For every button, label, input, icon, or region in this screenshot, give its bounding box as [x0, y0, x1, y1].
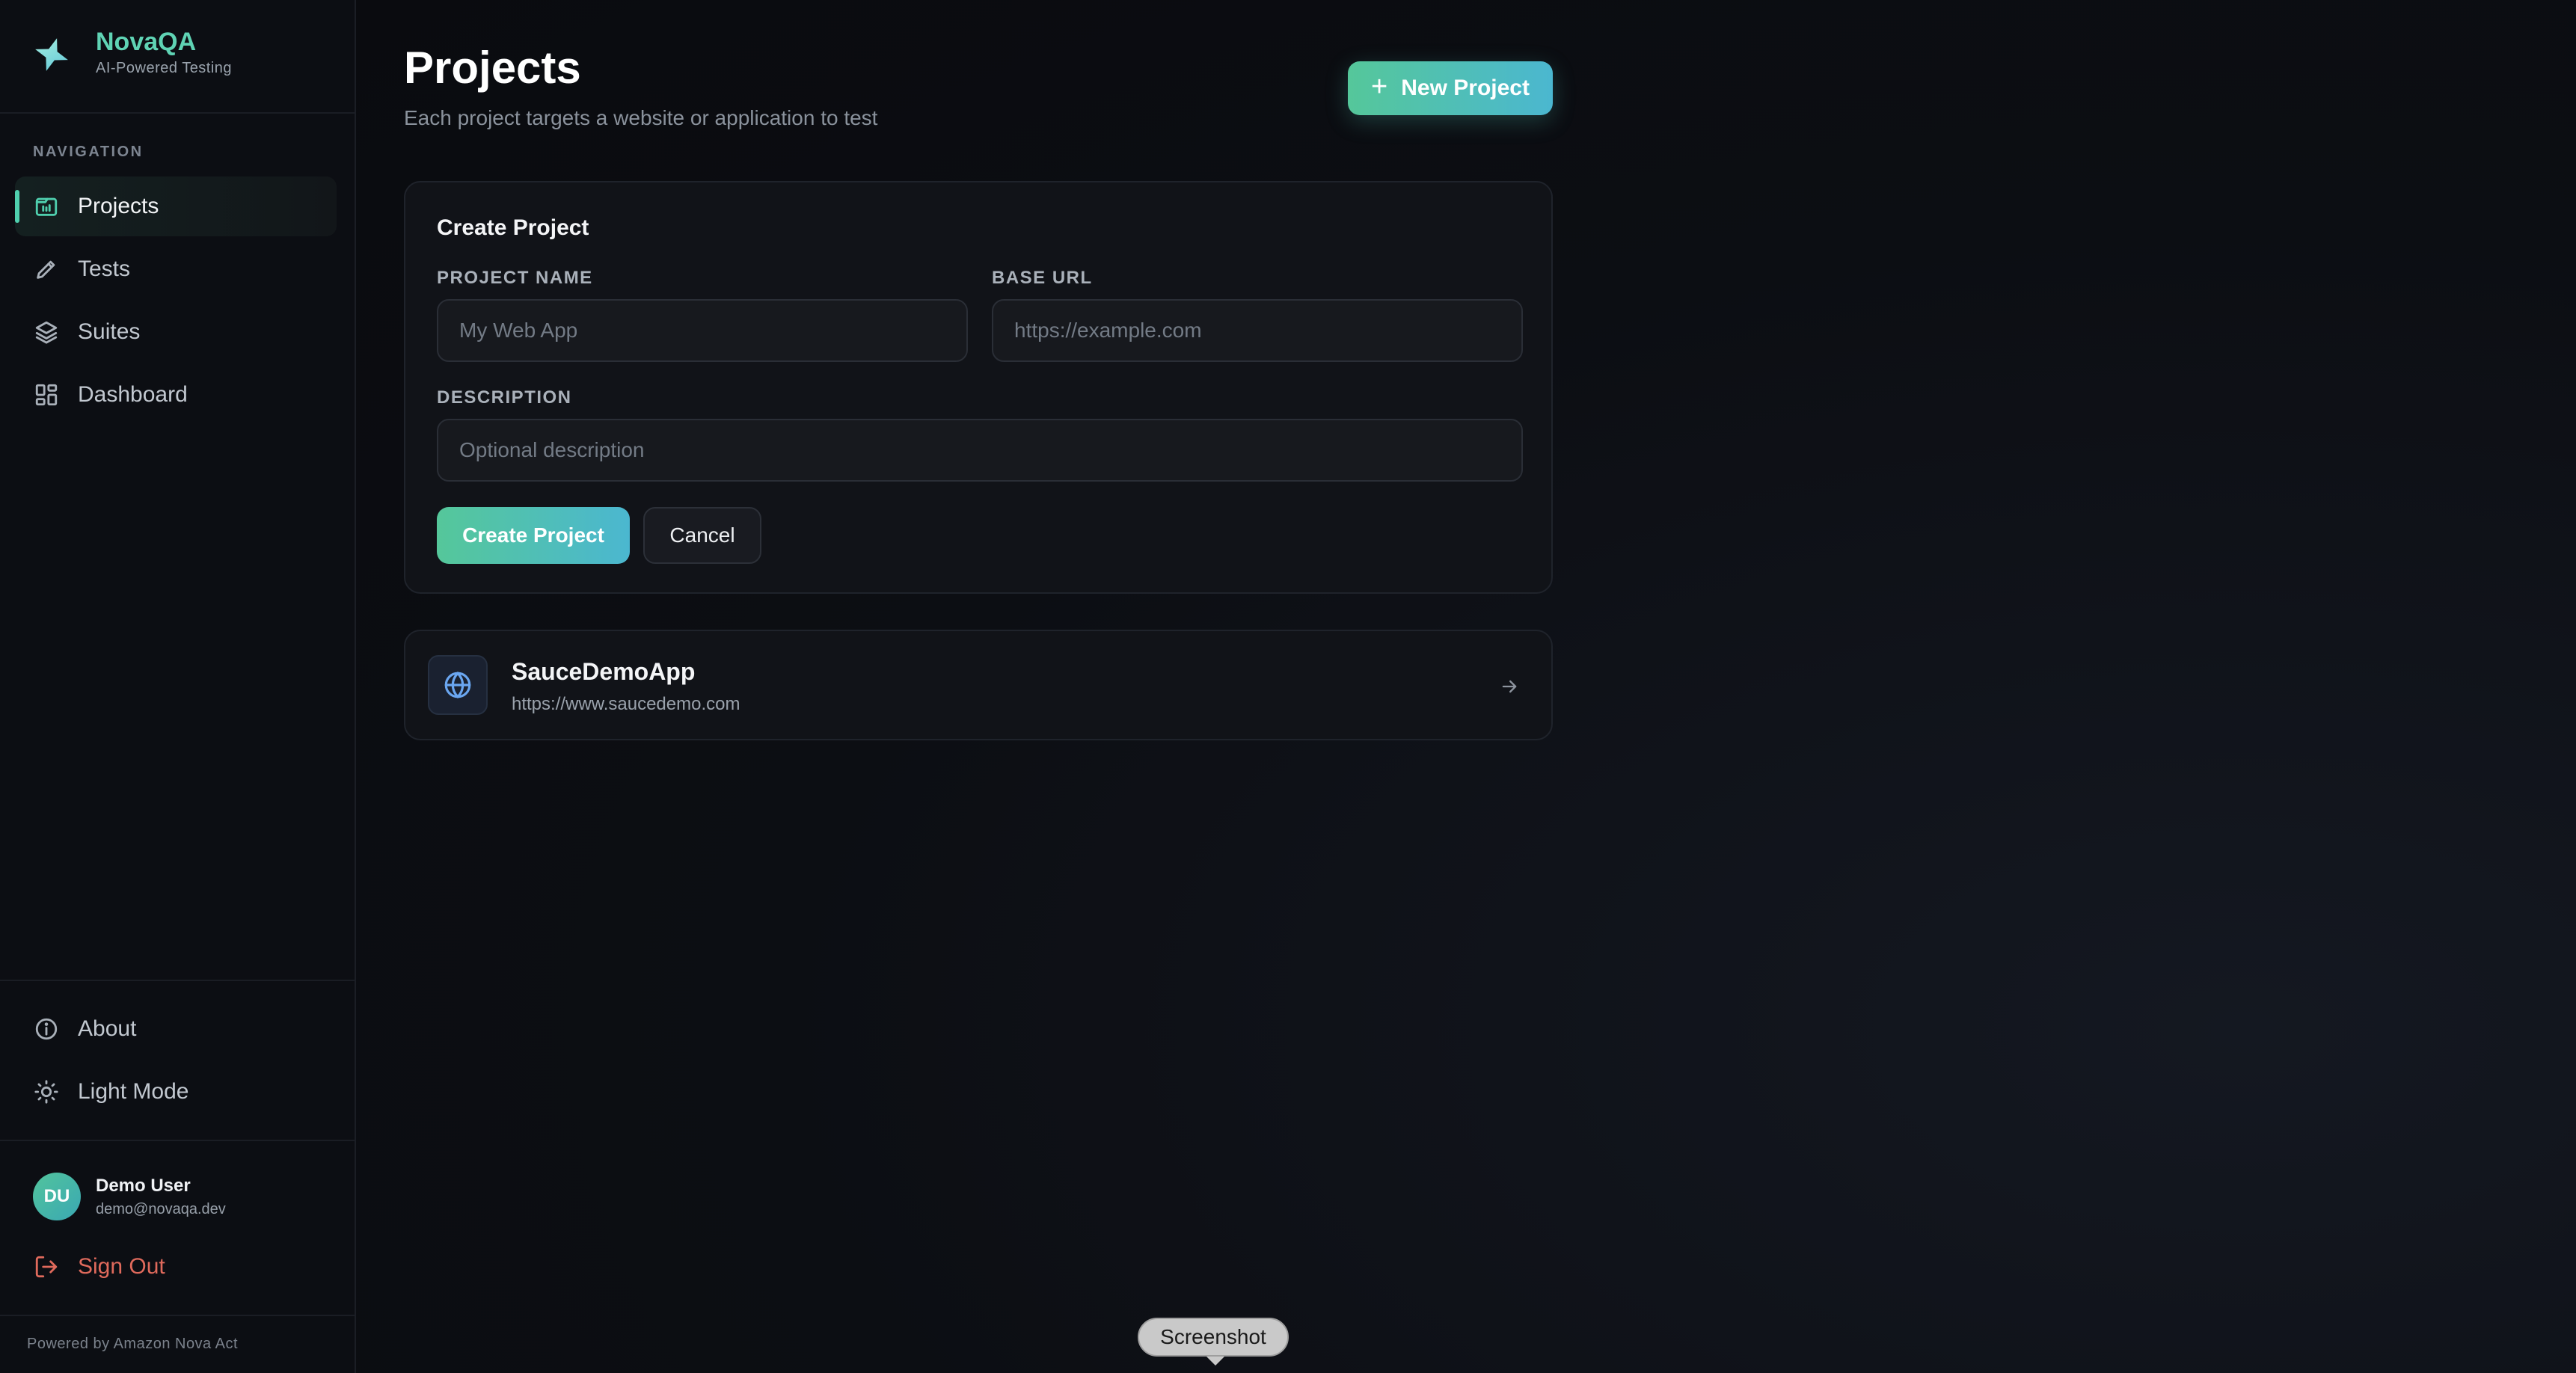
sidebar-divider — [0, 1315, 355, 1316]
avatar: DU — [33, 1173, 81, 1220]
sidebar-item-label: Suites — [78, 319, 141, 344]
theme-toggle[interactable]: Light Mode — [15, 1062, 337, 1122]
info-icon — [33, 1016, 60, 1042]
create-project-button[interactable]: Create Project — [437, 507, 630, 564]
sidebar-item-label: About — [78, 1016, 137, 1041]
logout-icon — [33, 1253, 60, 1280]
sidebar-item-label: Projects — [78, 194, 159, 218]
description-input[interactable] — [437, 419, 1523, 482]
grid-icon — [33, 381, 60, 408]
brand[interactable]: NovaQA AI-Powered Testing — [31, 27, 232, 77]
user-email: demo@novaqa.dev — [96, 1200, 226, 1217]
main-content: Projects Each project targets a website … — [356, 0, 2576, 1373]
sidebar-item-about[interactable]: About — [15, 999, 337, 1059]
folder-icon — [33, 193, 60, 220]
project-url: https://www.saucedemo.com — [512, 694, 740, 714]
sidebar-divider — [0, 1140, 355, 1141]
brand-name: NovaQA — [96, 28, 197, 56]
sidebar-item-projects[interactable]: Projects — [15, 176, 337, 236]
user-name: Demo User — [96, 1175, 191, 1196]
project-name: SauceDemoApp — [512, 658, 696, 685]
screenshot-tooltip: Screenshot — [1138, 1318, 1289, 1366]
cancel-button[interactable]: Cancel — [643, 507, 761, 564]
base-url-label: BASE URL — [992, 268, 1093, 288]
powered-by-text: Powered by Amazon Nova Act — [27, 1336, 239, 1352]
description-label: DESCRIPTION — [437, 387, 572, 408]
nav-heading: NAVIGATION — [33, 144, 144, 160]
arrow-right-icon[interactable] — [1494, 672, 1524, 701]
layers-icon — [33, 319, 60, 345]
project-name-input[interactable] — [437, 299, 968, 362]
sidebar-item-label: Tests — [78, 257, 131, 281]
plus-icon: + — [1371, 71, 1388, 102]
sidebar-item-tests[interactable]: Tests — [15, 239, 337, 299]
new-project-button[interactable]: + New Project — [1348, 61, 1553, 115]
form-title: Create Project — [437, 215, 589, 240]
globe-icon — [428, 655, 488, 715]
sidebar-item-label: Dashboard — [78, 382, 188, 407]
page-subtitle: Each project targets a website or applic… — [404, 106, 878, 129]
new-project-label: New Project — [1401, 76, 1530, 100]
sidebar-item-suites[interactable]: Suites — [15, 302, 337, 362]
sparkle-logo-icon — [35, 38, 68, 71]
sign-out-button[interactable]: Sign Out — [15, 1237, 337, 1297]
project-name-label: PROJECT NAME — [437, 268, 593, 288]
base-url-input[interactable] — [992, 299, 1523, 362]
brand-tagline: AI-Powered Testing — [96, 60, 233, 76]
sidebar-item-label: Light Mode — [78, 1079, 189, 1104]
sidebar: NovaQA AI-Powered Testing NAVIGATION Pro… — [0, 0, 356, 1373]
active-indicator — [15, 190, 19, 223]
sign-out-label: Sign Out — [78, 1254, 165, 1279]
sun-icon — [33, 1078, 60, 1105]
page-title: Projects — [404, 43, 581, 93]
project-card[interactable]: SauceDemoApp https://www.saucedemo.com — [404, 630, 1553, 740]
pencil-icon — [33, 256, 60, 283]
sidebar-item-dashboard[interactable]: Dashboard — [15, 365, 337, 425]
user-profile: DU Demo User demo@novaqa.dev — [33, 1173, 226, 1220]
app-window: NovaQA AI-Powered Testing NAVIGATION Pro… — [0, 0, 2576, 1373]
sidebar-divider — [0, 980, 355, 981]
create-project-form: Create Project PROJECT NAME BASE URL DES… — [404, 181, 1553, 594]
sidebar-divider — [0, 112, 355, 114]
